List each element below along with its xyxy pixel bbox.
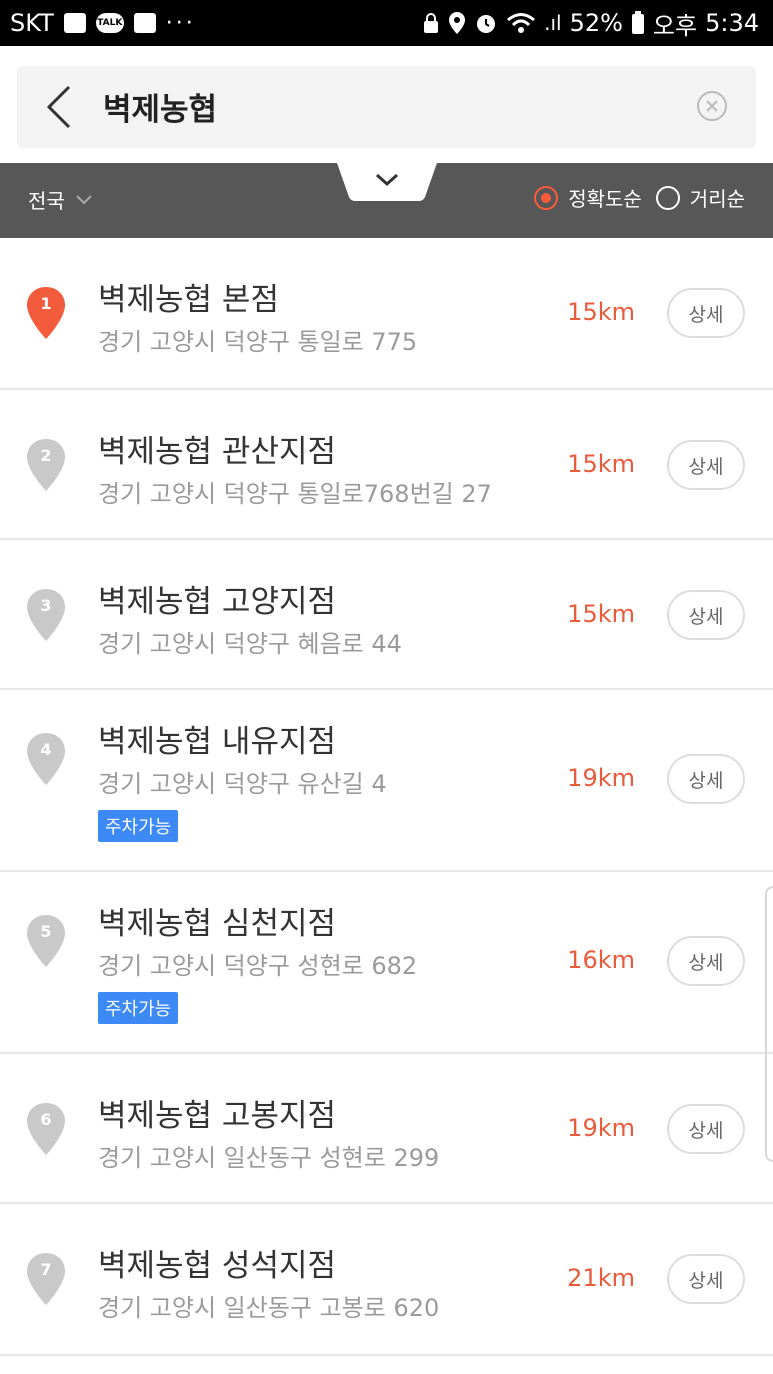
detail-button[interactable]: 상세 [667,1254,745,1304]
back-button[interactable] [39,82,79,132]
result-address: 경기 고양시 일산동구 고봉로 620 [98,1294,440,1322]
sort-accuracy-option[interactable]: 정확도순 [534,183,642,212]
note-icon [133,13,156,33]
result-row-3[interactable]: 3 벽제농협 고양지점 경기 고양시 덕양구 혜음로 44 15km 상세 [0,540,773,690]
clear-icon [697,91,727,121]
result-row-6[interactable]: 6 벽제농협 고봉지점 경기 고양시 일산동구 성현로 299 19km 상세 [0,1054,773,1204]
result-distance: 16km [567,946,635,974]
result-distance: 19km [567,764,635,792]
result-row-5[interactable]: 5 벽제농협 심천지점 경기 고양시 덕양구 성현로 682 주차가능 16km… [0,872,773,1054]
status-right: .ıl 52% 오후 5:34 [422,6,773,41]
alarm-icon [477,15,496,33]
result-row-1[interactable]: 1 벽제농협 본점 경기 고양시 덕양구 통일로 775 15km 상세 [0,238,773,390]
result-address: 경기 고양시 덕양구 유산길 4 [98,770,387,798]
result-address: 경기 고양시 덕양구 혜음로 44 [98,630,402,658]
scrollbar[interactable] [765,886,773,1162]
search-header: 벽제농협 [0,46,773,163]
more-notifications-icon: ··· [165,10,196,36]
detail-button[interactable]: 상세 [667,936,745,986]
detail-button[interactable]: 상세 [667,1104,745,1154]
result-row-4[interactable]: 4 벽제농협 내유지점 경기 고양시 덕양구 유산길 4 주차가능 19km 상… [0,690,773,872]
sort-options: 정확도순 거리순 [534,183,745,212]
carrier-label: SKT [10,9,54,37]
result-name: 벽제농협 내유지점 [98,724,337,760]
signal-icon: .ıl [544,11,562,35]
time-ampm: 오후 [652,11,698,40]
pin-number: 3 [40,596,52,615]
gallery-icon [63,13,86,33]
detail-button[interactable]: 상세 [667,440,745,490]
result-name: 벽제농협 심천지점 [98,906,337,942]
sort-distance-radio[interactable] [655,185,680,210]
detail-button[interactable]: 상세 [667,288,745,338]
filter-bar: 전국 정확도순 거리순 [0,163,773,238]
search-input[interactable]: 벽제농협 [103,84,217,129]
sort-distance-option[interactable]: 거리순 [655,183,745,212]
sort-distance-label: 거리순 [689,187,745,211]
battery-percent: 52% [569,9,623,37]
region-dropdown[interactable]: 전국 [28,185,93,214]
result-row-2[interactable]: 2 벽제농협 관산지점 경기 고양시 덕양구 통일로768번길 27 15km … [0,390,773,540]
lock-icon [424,13,439,33]
battery-icon [631,11,644,34]
result-distance: 21km [567,1264,635,1292]
detail-button[interactable]: 상세 [667,754,745,804]
detail-button[interactable]: 상세 [667,590,745,640]
pin-number: 7 [40,1260,52,1279]
result-address: 경기 고양시 덕양구 통일로768번길 27 [98,480,492,508]
result-distance: 15km [567,600,635,628]
region-label: 전국 [28,189,65,213]
kakaotalk-icon: TALK [95,13,124,33]
result-address: 경기 고양시 덕양구 성현로 682 [98,952,418,980]
result-distance: 19km [567,1114,635,1142]
pin-number: 5 [40,922,52,941]
status-left: SKT TALK ··· [0,9,196,37]
result-address: 경기 고양시 덕양구 통일로 775 [98,328,418,356]
sort-accuracy-label: 정확도순 [568,187,642,211]
status-bar: SKT TALK ··· .ıl 52% 오후 5:34 [0,0,773,46]
search-box[interactable]: 벽제농협 [17,66,756,148]
pin-number: 1 [40,294,52,313]
result-name: 벽제농협 본점 [98,282,279,318]
result-distance: 15km [567,450,635,478]
result-distance: 15km [567,298,635,326]
result-list: 1 벽제농협 본점 경기 고양시 덕양구 통일로 775 15km 상세 2 벽… [0,238,773,1356]
pin-number: 6 [40,1110,52,1129]
result-address: 경기 고양시 일산동구 성현로 299 [98,1144,440,1172]
result-name: 벽제농협 관산지점 [98,434,337,470]
parking-badge: 주차가능 [98,992,179,1024]
wifi-icon [507,13,536,33]
result-name: 벽제농협 고봉지점 [98,1098,337,1134]
parking-badge: 주차가능 [98,810,179,842]
result-name: 벽제농협 성석지점 [98,1248,337,1284]
result-row-7[interactable]: 7 벽제농협 성석지점 경기 고양시 일산동구 고봉로 620 21km 상세 [0,1204,773,1356]
pin-number: 2 [40,446,52,465]
sort-accuracy-radio[interactable] [534,185,559,210]
time: 5:34 [705,9,759,37]
collapse-map-button[interactable] [337,163,437,201]
clear-search-button[interactable] [696,90,728,122]
result-name: 벽제농협 고양지점 [98,584,337,620]
back-arrow-icon [46,85,71,129]
pin-number: 4 [40,740,52,759]
location-icon [449,12,466,34]
chevron-down-icon [76,194,92,204]
